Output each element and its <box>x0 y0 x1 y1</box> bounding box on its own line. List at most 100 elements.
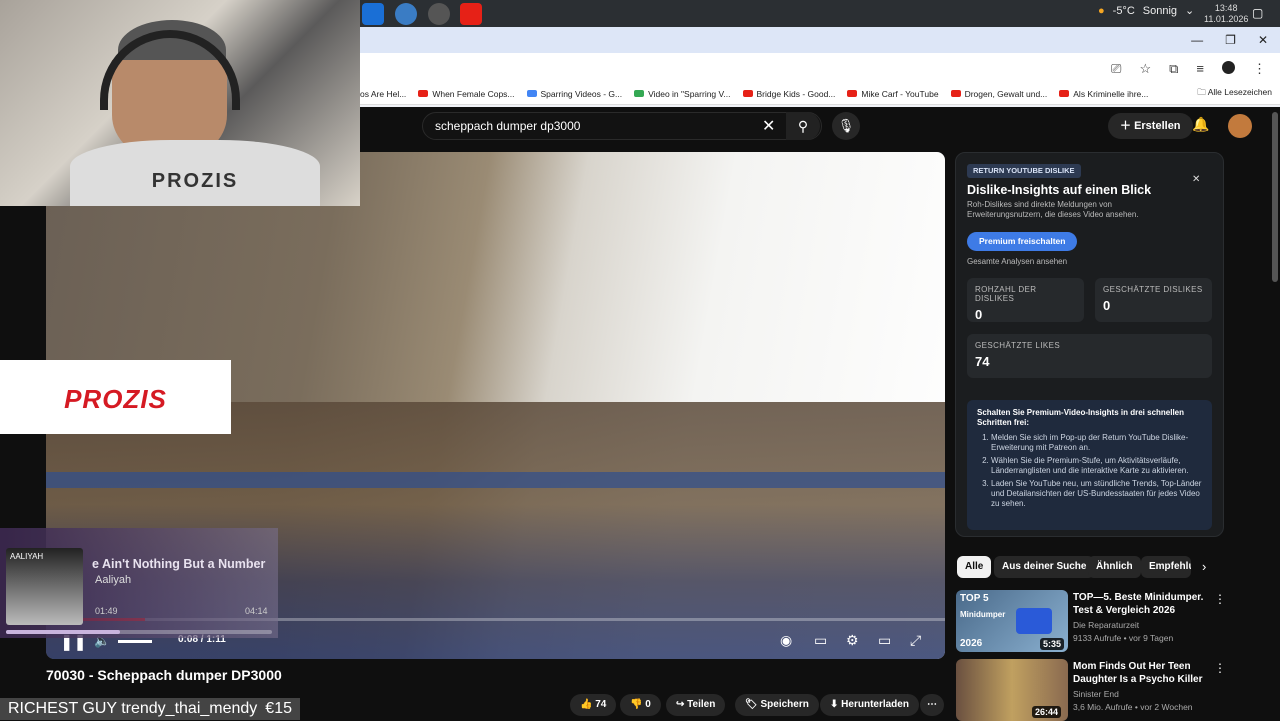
rec-title[interactable]: Mom Finds Out Her Teen Daughter Is a Psy… <box>1073 660 1213 686</box>
refresh-app-icon[interactable] <box>395 3 417 25</box>
more-vert-icon[interactable]: ⋮ <box>1214 592 1226 606</box>
create-button[interactable]: ＋ Erstellen <box>1108 113 1193 139</box>
avatar[interactable] <box>1228 114 1252 138</box>
settings-icon[interactable]: ⚙ <box>846 632 859 649</box>
rec-meta: 3,6 Mio. Aufrufe • vor 2 Wochen <box>1073 702 1193 712</box>
rec-channel[interactable]: Sinister End <box>1073 689 1119 699</box>
chevron-right-icon[interactable]: › <box>1202 559 1206 574</box>
bookmark-item[interactable]: Sparring Videos - G... <box>526 89 622 99</box>
search-button[interactable]: ⚲ <box>786 112 820 140</box>
close-icon[interactable]: ✕ <box>1258 33 1268 47</box>
chip-from-search[interactable]: Aus deiner Suche <box>994 556 1095 578</box>
record-app-icon[interactable] <box>428 3 450 25</box>
rec-thumbnail[interactable]: TOP 5 Minidumper 2026 5:35 <box>956 590 1068 652</box>
share-icon: ↪ <box>676 699 688 710</box>
duration-badge: 26:44 <box>1032 706 1062 718</box>
bookmark-item[interactable]: When Female Cops... <box>418 89 515 99</box>
theater-icon[interactable]: ▭ <box>878 632 891 649</box>
youtube-icon <box>847 90 858 97</box>
sun-icon: ● <box>1098 4 1105 17</box>
mic-icon[interactable]: 🎙 <box>832 112 860 140</box>
address-bar-icons: ⎚ ☆ ⧉ ≡ ⋮ <box>1111 61 1266 77</box>
more-actions-button[interactable]: ⋯ <box>920 694 944 716</box>
download-icon: ⬇ <box>830 699 842 710</box>
youtube-icon <box>1059 90 1070 97</box>
sponsor-logo: PROZIS <box>64 384 167 414</box>
thumbs-up-icon: 👍 <box>580 699 596 710</box>
clock-date: 11.01.2026 <box>1204 14 1249 24</box>
cast-icon[interactable]: ⎚ <box>1111 61 1121 77</box>
chip-similar[interactable]: Ähnlich <box>1088 556 1141 578</box>
rec-channel[interactable]: Die Reparaturzeit <box>1073 620 1139 630</box>
donation-amount: €15 <box>265 700 292 717</box>
bell-icon[interactable]: 🔔 <box>1192 116 1209 133</box>
rec-title[interactable]: TOP—5. Beste Minidumper. Test & Vergleic… <box>1073 591 1213 617</box>
panel-heading: Dislike-Insights auf einen Blick <box>967 183 1152 197</box>
chevron-down-icon[interactable]: ⌄ <box>1185 4 1194 17</box>
analytics-link[interactable]: Gesamte Analysen ansehen <box>967 257 1067 266</box>
song-total: 04:14 <box>245 606 268 616</box>
bookmark-item[interactable]: Drogen, Gewalt und... <box>950 89 1047 99</box>
est-likes-stat: GESCHÄTZTE LIKES 74 <box>967 334 1212 378</box>
bookmark-item[interactable]: Mike Carf - YouTube <box>847 89 939 99</box>
video-title: 70030 - Scheppach dumper DP3000 <box>46 667 282 683</box>
browser-app-icon[interactable] <box>362 3 384 25</box>
like-button[interactable]: 👍 74 <box>570 694 617 716</box>
youtube-icon <box>742 90 753 97</box>
panel-badge: RETURN YOUTUBE DISLIKE <box>967 164 1081 178</box>
weather-condition: Sonnig <box>1142 4 1178 17</box>
subtitles-icon[interactable]: ▭ <box>814 632 827 649</box>
raw-dislikes-stat: ROHZAHL DER DISLIKES 0 <box>967 278 1084 322</box>
video-frame-bar <box>46 472 945 488</box>
close-icon[interactable]: ✕ <box>1192 174 1200 185</box>
youtube-app-icon[interactable] <box>460 3 482 25</box>
chip-recommended[interactable]: Empfehlu <box>1141 556 1191 578</box>
notification-icon[interactable]: ▢ <box>1252 6 1263 20</box>
donation-banner: RICHEST GUY trendy_thai_mendy €15 <box>0 698 300 720</box>
bookmark-item[interactable]: Bridge Kids - Good... <box>742 89 835 99</box>
premium-button[interactable]: Premium freischalten <box>967 232 1078 251</box>
profile-icon[interactable] <box>1222 61 1235 74</box>
thumbs-down-icon: 👎 <box>630 699 646 710</box>
volume-slider[interactable] <box>118 640 152 643</box>
download-button[interactable]: ⬇ Herunterladen <box>820 694 919 716</box>
star-icon[interactable]: ☆ <box>1139 61 1151 77</box>
folder-icon: 🗀 <box>1197 87 1206 97</box>
maximize-icon[interactable]: ❐ <box>1225 33 1236 47</box>
bookmarks-bar: os Are Hel... When Female Cops... Sparri… <box>360 83 1280 105</box>
bookmark-item[interactable]: Video in "Sparring V... <box>634 89 731 99</box>
rec-thumbnail[interactable]: 26:44 <box>956 659 1068 721</box>
all-bookmarks[interactable]: 🗀 Alle Lesezeichen <box>1197 87 1272 101</box>
dislike-button[interactable]: 👎 0 <box>620 694 661 716</box>
panel-subtitle: Roh-Dislikes sind direkte Meldungen von … <box>967 200 1139 219</box>
premium-steps-box: Schalten Sie Premium-Video-Insights in d… <box>967 400 1212 530</box>
save-button[interactable]: 🏷 Speichern <box>735 694 819 716</box>
thumb-sub-text: Minidumper <box>960 610 1006 619</box>
donation-text: RICHEST GUY trendy_thai_mendy <box>8 700 258 717</box>
clock-time: 13:48 <box>1214 3 1238 13</box>
song-elapsed: 01:49 <box>95 606 118 616</box>
window-controls: — ❐ ✕ <box>1191 33 1268 47</box>
media-icon[interactable]: ≡ <box>1196 61 1204 77</box>
bookmark-icon: 🏷 <box>745 699 761 710</box>
step-item: Laden Sie YouTube neu, um stündliche Tre… <box>991 479 1202 509</box>
weather-widget[interactable]: ● -5°C Sonnig ⌄ <box>1098 4 1194 18</box>
minimize-icon[interactable]: — <box>1191 33 1203 47</box>
youtube-icon <box>418 90 429 97</box>
scrollbar[interactable] <box>1272 112 1278 282</box>
autoplay-toggle[interactable]: ◉ <box>780 632 792 649</box>
menu-icon[interactable]: ⋮ <box>1253 61 1266 77</box>
extensions-icon[interactable]: ⧉ <box>1169 61 1178 77</box>
bookmark-item[interactable]: Als Kriminelle ihre... <box>1059 89 1148 99</box>
more-vert-icon[interactable]: ⋮ <box>1214 661 1226 675</box>
thumb-top-text: TOP 5 <box>960 593 989 604</box>
share-button[interactable]: ↪ Teilen <box>666 694 726 716</box>
clear-search-icon[interactable]: ✕ <box>762 116 775 136</box>
est-dislikes-stat: GESCHÄTZTE DISLIKES 0 <box>1095 278 1212 322</box>
duration-badge: 5:35 <box>1040 638 1065 650</box>
clock[interactable]: 13:48 11.01.2026 <box>1204 3 1248 25</box>
step-item: Melden Sie sich im Pop-up der Return You… <box>991 433 1202 453</box>
bookmark-item[interactable]: os Are Hel... <box>360 89 406 99</box>
chip-all[interactable]: Alle <box>957 556 992 578</box>
fullscreen-icon[interactable]: ⤢ <box>910 632 921 649</box>
